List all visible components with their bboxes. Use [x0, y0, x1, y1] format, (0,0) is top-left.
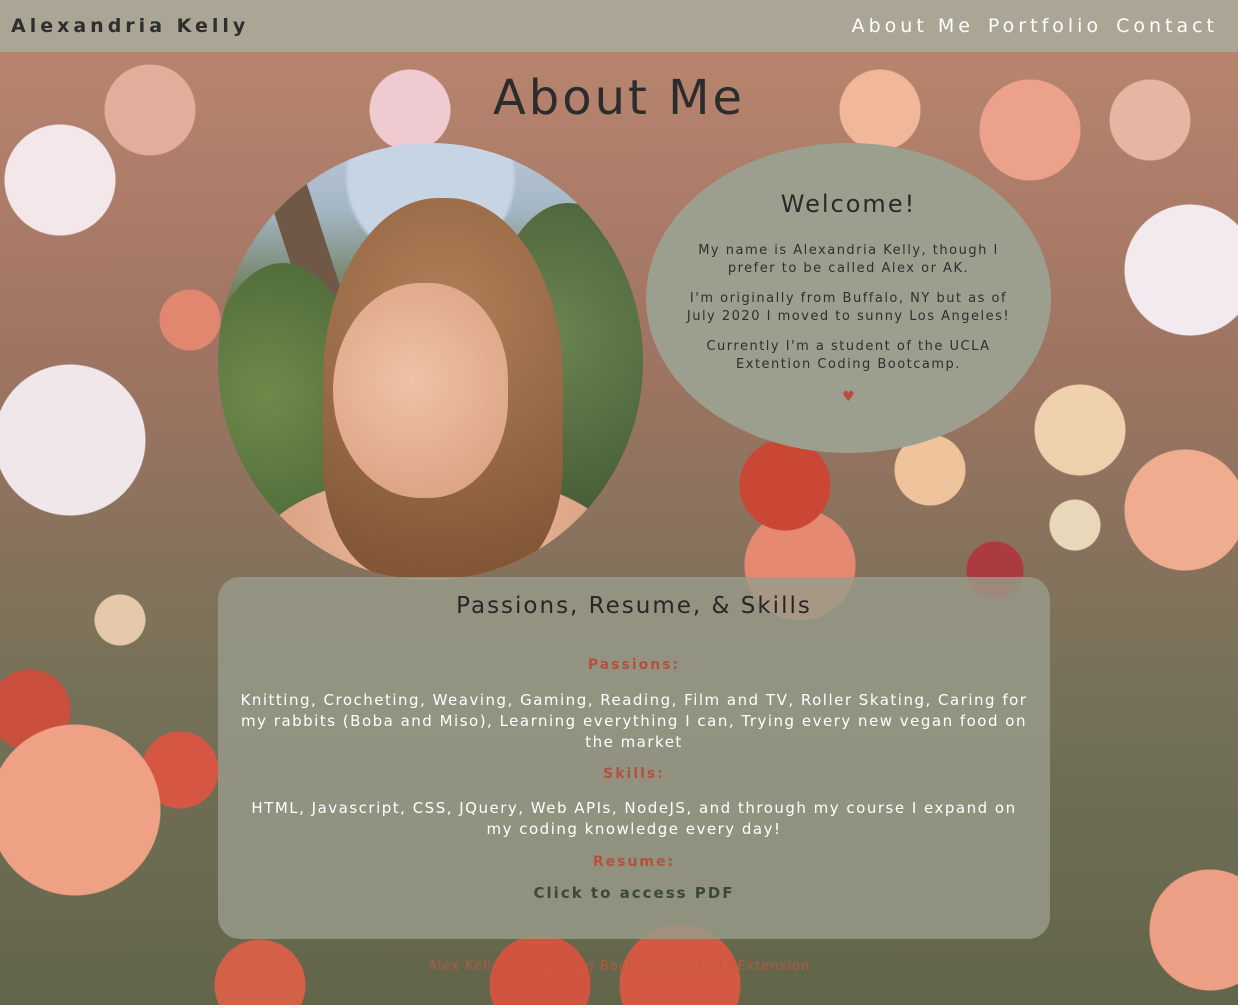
welcome-card: Welcome! My name is Alexandria Kelly, th…: [646, 143, 1051, 453]
site-brand[interactable]: Alexandria Kelly: [11, 15, 249, 37]
welcome-paragraph-location: I'm originally from Buffalo, NY but as o…: [686, 291, 1011, 324]
welcome-paragraph-student: Currently I'm a student of the UCLA Exte…: [706, 339, 991, 372]
profile-photo: [218, 143, 643, 580]
resume-label: Resume:: [592, 854, 676, 870]
footer: Alex Kelly, The Coding Bootcamp @ UCLAEx…: [427, 959, 811, 974]
navbar: Alexandria Kelly About Me Portfolio Cont…: [0, 0, 1238, 52]
passions-text: Knitting, Crocheting, Weaving, Gaming, R…: [240, 691, 1028, 751]
photo-face: [333, 283, 508, 498]
passions-label: Passions:: [587, 657, 681, 673]
skills-label: Skills:: [603, 766, 665, 782]
resume-pdf-link[interactable]: Click to access PDF: [534, 884, 735, 902]
nav-link-portfolio[interactable]: Portfolio: [988, 15, 1102, 37]
page-title: About Me: [492, 70, 746, 126]
passions-panel: Passions, Resume, & Skills Passions: Kni…: [218, 577, 1050, 939]
skills-text: HTML, Javascript, CSS, JQuery, Web APIs,…: [251, 799, 1017, 838]
welcome-paragraph-name: My name is Alexandria Kelly, though I pr…: [698, 243, 999, 276]
welcome-heading: Welcome!: [780, 190, 917, 218]
nav-link-about-me[interactable]: About Me: [852, 15, 974, 37]
nav-links: About Me Portfolio Contact: [852, 15, 1218, 37]
heart-icon: ♥: [842, 389, 855, 405]
panel-heading: Passions, Resume, & Skills: [456, 593, 812, 619]
nav-link-contact[interactable]: Contact: [1116, 15, 1218, 37]
